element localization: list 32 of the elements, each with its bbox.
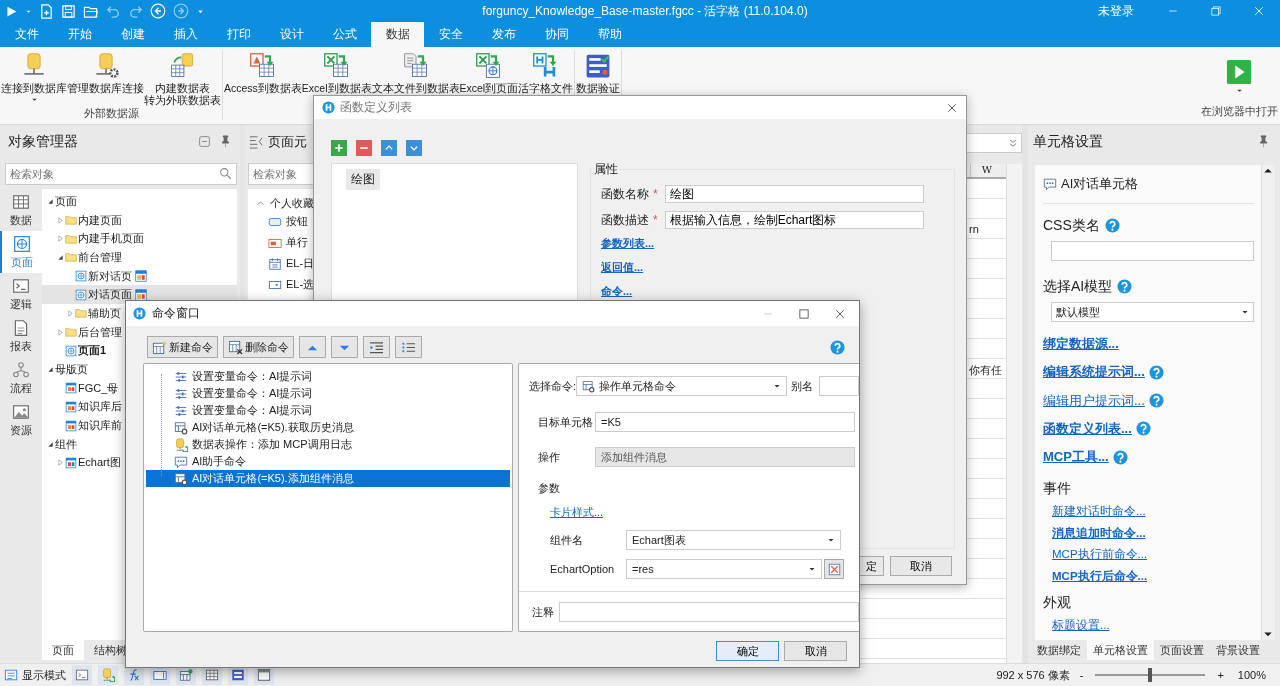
panel-title: 页面元 — [268, 132, 307, 151]
group-title: 属性 — [592, 161, 620, 178]
section-label: 参数 — [538, 481, 560, 496]
panel-title: 对象管理器 — [8, 132, 79, 151]
section-heading: 外观 — [1043, 594, 1072, 613]
field-label: 选择命令: — [529, 378, 577, 394]
section-title: 个人收藏 — [270, 195, 314, 211]
field-label: 注释 — [532, 604, 555, 620]
cell-text: 你有任 — [969, 363, 1003, 378]
dialog-title: 命令窗口 — [152, 305, 200, 322]
panel-title: 单元格设置 — [1033, 132, 1104, 151]
field-label: 选择AI模型 — [1043, 277, 1113, 296]
cell-type-label: AI对话单元格 — [1061, 175, 1139, 193]
cell-text: rn — [969, 223, 980, 235]
section-heading: 事件 — [1043, 480, 1072, 499]
field-label: 目标单元格 — [538, 414, 594, 430]
field-label: 别名 — [791, 378, 814, 394]
field-label: 组件名 — [550, 532, 584, 548]
field-label: 函数名称 — [601, 185, 649, 203]
field-label: EchartOption — [550, 563, 616, 575]
required-mark: * — [653, 187, 658, 201]
dialog-title: 函数定义列表 — [340, 99, 412, 116]
canvas-size: 992 x 576 像素 — [996, 667, 1070, 683]
column-header: W — [970, 164, 1003, 177]
field-label: 操作 — [538, 449, 561, 465]
required-mark: * — [653, 213, 658, 227]
group-label: 外部数据源 — [83, 106, 139, 121]
field-label: CSS类名 — [1043, 216, 1100, 235]
window-title: forguncy_Knowledge_Base-master.fgcc - 活字格 (11.0.104.0) — [481, 2, 809, 20]
zoom-value: 100% — [1237, 669, 1266, 681]
run-label: 在浏览器中打开 — [1200, 104, 1278, 119]
field-label: 函数描述 — [601, 211, 649, 229]
